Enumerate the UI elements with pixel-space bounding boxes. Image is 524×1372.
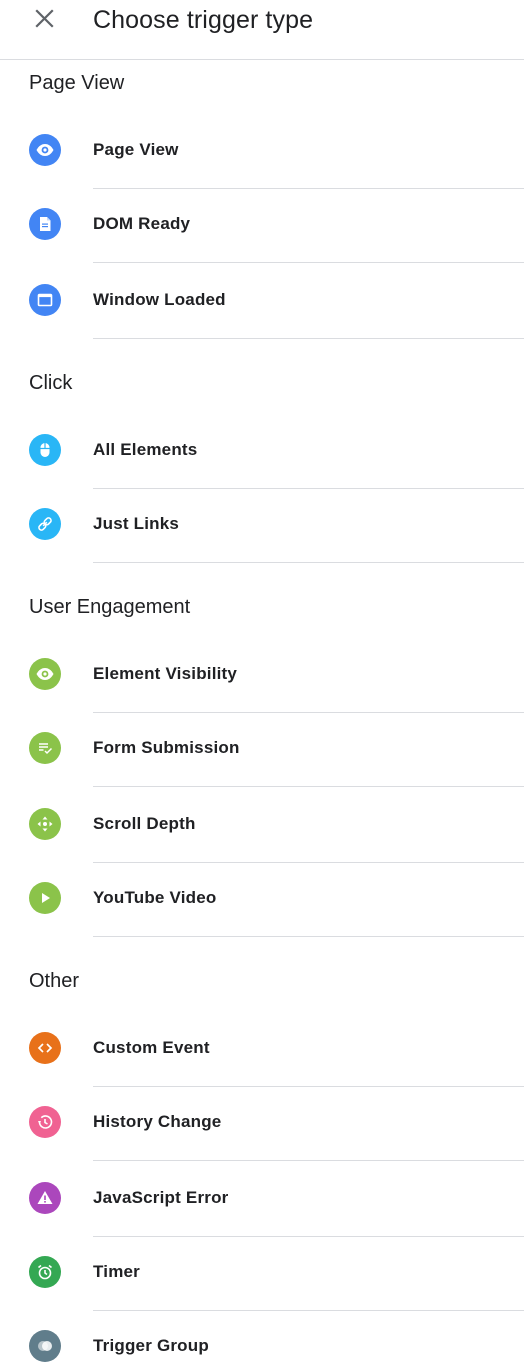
trigger-type-panel: Choose trigger type Page View Page View … (0, 0, 524, 1372)
code-brackets-icon (29, 1032, 61, 1064)
trigger-option-trigger-group[interactable]: Trigger Group (0, 1330, 524, 1372)
divider (93, 712, 524, 713)
divider (93, 1086, 524, 1087)
document-icon (29, 208, 61, 240)
divider (93, 1160, 524, 1161)
trigger-option-timer[interactable]: Timer (0, 1256, 524, 1330)
divider (93, 936, 524, 937)
trigger-option-all-elements[interactable]: All Elements (0, 434, 524, 508)
trigger-option-just-links[interactable]: Just Links (0, 508, 524, 582)
trigger-option-scroll-depth[interactable]: Scroll Depth (0, 808, 524, 882)
trigger-option-history-change[interactable]: History Change (0, 1106, 524, 1180)
trigger-option-dom-ready[interactable]: DOM Ready (0, 208, 524, 282)
divider (93, 188, 524, 189)
eye-icon (29, 658, 61, 690)
close-icon[interactable] (30, 4, 60, 34)
trigger-option-element-visibility[interactable]: Element Visibility (0, 658, 524, 732)
play-icon (29, 882, 61, 914)
mouse-icon (29, 434, 61, 466)
form-check-icon (29, 732, 61, 764)
trigger-option-youtube-video[interactable]: YouTube Video (0, 882, 524, 956)
trigger-option-label: JavaScript Error (93, 1188, 229, 1207)
warning-icon (29, 1182, 61, 1214)
section-title-page-view: Page View (29, 72, 125, 94)
divider (93, 862, 524, 863)
window-icon (29, 284, 61, 316)
trigger-option-label: Just Links (93, 514, 180, 533)
divider (93, 1310, 524, 1311)
trigger-option-label: Trigger Group (93, 1336, 209, 1355)
trigger-option-label: History Change (93, 1112, 222, 1131)
eye-icon (29, 134, 61, 166)
page-title: Choose trigger type (93, 6, 314, 34)
move-arrows-icon (29, 808, 61, 840)
trigger-option-custom-event[interactable]: Custom Event (0, 1032, 524, 1106)
trigger-option-label: Form Submission (93, 738, 240, 757)
group-circles-icon (29, 1330, 61, 1362)
panel-header: Choose trigger type (0, 0, 524, 60)
section-title-user-engagement: User Engagement (29, 596, 191, 618)
trigger-option-label: All Elements (93, 440, 198, 459)
history-icon (29, 1106, 61, 1138)
trigger-option-label: Page View (93, 140, 179, 159)
divider (93, 488, 524, 489)
trigger-option-label: DOM Ready (93, 214, 191, 233)
trigger-option-label: Scroll Depth (93, 814, 196, 833)
trigger-option-form-submission[interactable]: Form Submission (0, 732, 524, 806)
section-title-click: Click (29, 372, 73, 394)
trigger-option-label: YouTube Video (93, 888, 217, 907)
trigger-option-page-view[interactable]: Page View (0, 134, 524, 208)
divider (93, 262, 524, 263)
trigger-option-label: Element Visibility (93, 664, 238, 683)
trigger-option-javascript-error[interactable]: JavaScript Error (0, 1182, 524, 1256)
divider (93, 1236, 524, 1237)
trigger-option-label: Timer (93, 1262, 140, 1281)
alarm-icon (29, 1256, 61, 1288)
divider (93, 338, 524, 339)
link-icon (29, 508, 61, 540)
trigger-option-window-loaded[interactable]: Window Loaded (0, 284, 524, 358)
trigger-option-label: Window Loaded (93, 290, 226, 309)
trigger-option-label: Custom Event (93, 1038, 210, 1057)
divider (93, 562, 524, 563)
section-title-other: Other (29, 970, 80, 992)
divider (93, 786, 524, 787)
